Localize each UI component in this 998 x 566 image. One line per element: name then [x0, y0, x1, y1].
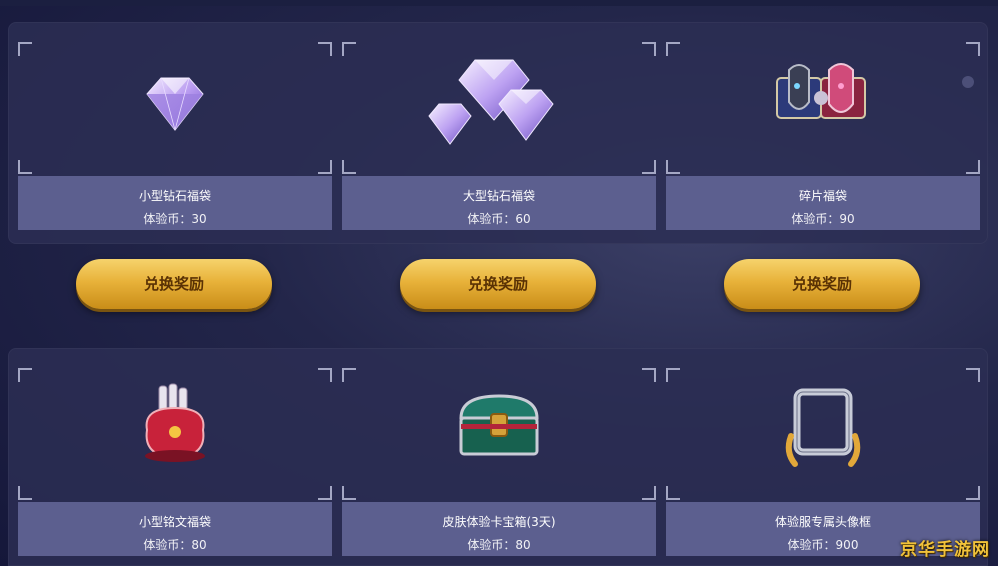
reward-card-inscription[interactable]: 小型铭文福袋 体验币：80	[18, 368, 332, 556]
treasure-chest-icon	[342, 368, 656, 498]
reward-price: 体验币：80	[467, 538, 531, 552]
rewards-panel-top: 小型钻石福袋 体验币：30 大型钻石福袋 体验币：60 碎片福袋 体验币：90	[8, 22, 988, 244]
puzzle-fragments-icon	[666, 42, 980, 172]
watermark: 京华手游网	[900, 540, 990, 560]
diamonds-cluster-icon	[342, 42, 656, 172]
reward-price: 体验币：90	[791, 212, 855, 226]
reward-name: 体验服专属头像框	[774, 515, 871, 529]
top-border	[0, 0, 998, 6]
reward-name: 小型铭文福袋	[138, 515, 211, 529]
reward-card-skin-chest[interactable]: 皮肤体验卡宝箱(3天) 体验币：80	[342, 368, 656, 556]
reward-info: 碎片福袋 体验币：90	[666, 176, 980, 230]
reward-price: 体验币：80	[143, 538, 207, 552]
redeem-button-3[interactable]: 兑换奖励	[724, 259, 920, 309]
reward-name: 碎片福袋	[798, 189, 847, 203]
reward-info: 小型钻石福袋 体验币：30	[18, 176, 332, 230]
reward-card-large-diamond[interactable]: 大型钻石福袋 体验币：60	[342, 42, 656, 230]
reward-name: 皮肤体验卡宝箱(3天)	[442, 515, 556, 529]
reward-card-fragments[interactable]: 碎片福袋 体验币：90	[666, 42, 980, 230]
reward-card-small-diamond[interactable]: 小型钻石福袋 体验币：30	[18, 42, 332, 230]
reward-price: 体验币：30	[143, 212, 207, 226]
reward-info: 大型钻石福袋 体验币：60	[342, 176, 656, 230]
reward-name: 大型钻石福袋	[462, 189, 535, 203]
reward-name: 小型钻石福袋	[138, 189, 211, 203]
redeem-button-1[interactable]: 兑换奖励	[76, 259, 272, 309]
diamond-icon	[18, 42, 332, 172]
reward-info: 小型铭文福袋 体验币：80	[18, 502, 332, 556]
decorative-dot	[962, 76, 974, 88]
avatar-frame-icon	[666, 368, 980, 498]
reward-info: 皮肤体验卡宝箱(3天) 体验币：80	[342, 502, 656, 556]
inscription-bag-icon	[18, 368, 332, 498]
reward-card-avatar-frame[interactable]: 体验服专属头像框 体验币：900	[666, 368, 980, 556]
redeem-button-2[interactable]: 兑换奖励	[400, 259, 596, 309]
rewards-panel-bottom: 小型铭文福袋 体验币：80 皮肤体验卡宝箱(3天) 体验币：80 体验服专属头像…	[8, 348, 988, 566]
reward-price: 体验币：60	[467, 212, 531, 226]
